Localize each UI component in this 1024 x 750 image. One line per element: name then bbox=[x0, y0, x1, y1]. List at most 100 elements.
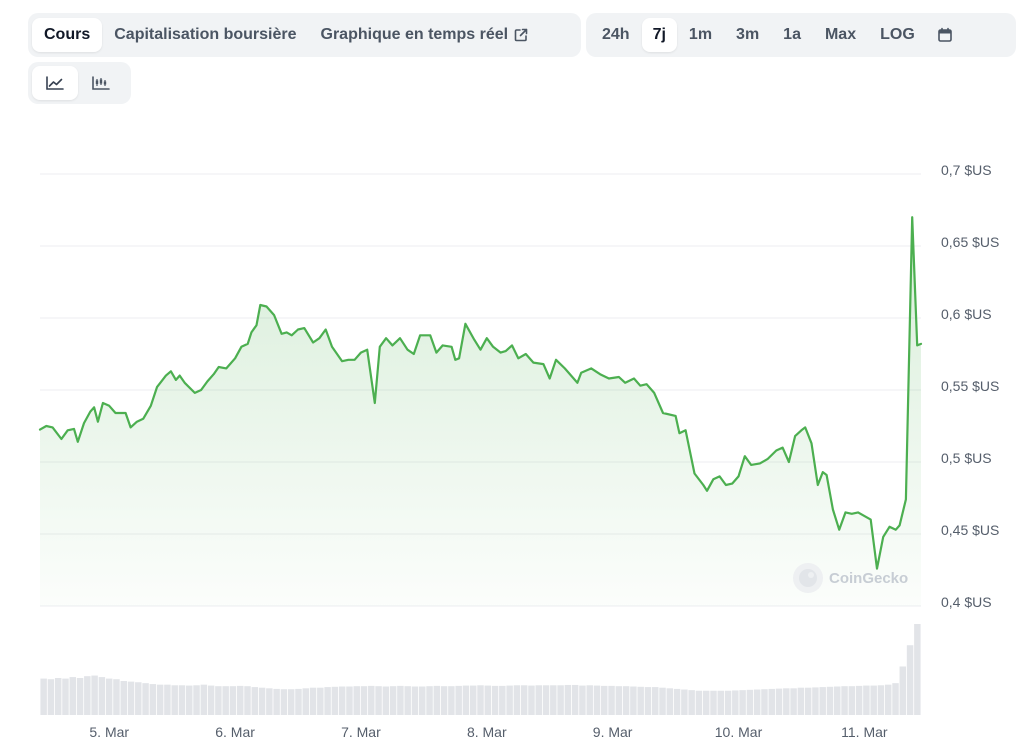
volume-bar bbox=[710, 690, 717, 715]
volume-bar bbox=[287, 689, 295, 715]
volume-bar bbox=[236, 685, 244, 715]
x-axis-labels: 5. Mar 6. Mar 7. Mar 8. Mar 9. Mar 10. Mar 11.… bbox=[89, 724, 888, 740]
price-chart[interactable]: 0,7 $US 0,65 $US 0,6 $US 0,55 $US 0,5 $US 0,4… bbox=[0, 0, 1024, 750]
volume-bar bbox=[258, 687, 266, 715]
x-tick-label: 7. Mar bbox=[341, 724, 381, 740]
x-tick-label: 8. Mar bbox=[467, 724, 507, 740]
x-tick-label: 10. Mar bbox=[715, 724, 763, 740]
volume-bar bbox=[542, 685, 550, 715]
volume-bar bbox=[601, 685, 608, 715]
y-tick-label: 0,65 $US bbox=[941, 234, 999, 250]
volume-bar bbox=[40, 678, 47, 715]
volume-bar bbox=[775, 688, 783, 715]
volume-bar bbox=[739, 690, 746, 715]
x-tick-label: 11. Mar bbox=[841, 724, 888, 740]
volume-bar bbox=[47, 679, 55, 715]
volume-bar bbox=[397, 685, 404, 715]
volume-bar bbox=[877, 685, 885, 715]
volume-bar bbox=[178, 685, 186, 715]
volume-bar bbox=[753, 689, 761, 715]
volume-bar bbox=[200, 684, 208, 715]
volume-bar bbox=[105, 678, 113, 715]
volume-bar bbox=[622, 686, 630, 715]
volume-bar bbox=[273, 688, 280, 715]
volume-bar bbox=[135, 682, 142, 715]
volume-bar bbox=[593, 685, 601, 715]
y-axis-labels: 0,7 $US 0,65 $US 0,6 $US 0,55 $US 0,5 $US 0,4… bbox=[941, 162, 999, 610]
x-tick-label: 5. Mar bbox=[89, 724, 129, 740]
volume-bar bbox=[535, 685, 542, 715]
volume-bar bbox=[608, 685, 615, 715]
volume-bar bbox=[448, 686, 455, 715]
volume-bar bbox=[251, 687, 259, 715]
volume-bar bbox=[156, 684, 164, 715]
volume-bar bbox=[266, 688, 273, 715]
volume-bar bbox=[761, 689, 768, 715]
volume-bar bbox=[899, 666, 907, 715]
volume-bar bbox=[659, 687, 666, 715]
volume-bar bbox=[695, 690, 703, 715]
volume-bar bbox=[884, 684, 892, 715]
volume-bar bbox=[54, 677, 62, 715]
volume-bar bbox=[870, 685, 877, 715]
volume-bar bbox=[506, 685, 513, 715]
volume-bar bbox=[630, 686, 637, 715]
volume-bar bbox=[309, 687, 317, 715]
volume-bars bbox=[40, 624, 921, 715]
volume-bar bbox=[120, 681, 127, 715]
y-tick-label: 0,7 $US bbox=[941, 162, 992, 178]
volume-bar bbox=[186, 685, 193, 715]
price-area-fill bbox=[40, 217, 921, 606]
volume-bar bbox=[84, 676, 91, 715]
volume-bar bbox=[855, 685, 863, 715]
volume-bar bbox=[528, 685, 535, 715]
volume-bar bbox=[142, 683, 149, 715]
volume-bar bbox=[149, 684, 157, 715]
volume-bar bbox=[724, 690, 732, 715]
volume-bar bbox=[91, 675, 98, 715]
volume-bar bbox=[491, 685, 499, 715]
volume-bar bbox=[324, 687, 331, 715]
volume-bar bbox=[353, 686, 360, 715]
volume-bar bbox=[804, 687, 812, 715]
volume-bar bbox=[819, 687, 826, 715]
volume-bar bbox=[520, 685, 528, 715]
volume-bar bbox=[550, 685, 557, 715]
volume-bar bbox=[419, 686, 426, 715]
volume-bar bbox=[295, 688, 302, 715]
volume-bar bbox=[433, 685, 441, 715]
volume-bar bbox=[193, 685, 200, 715]
volume-bar bbox=[513, 685, 521, 715]
volume-bar bbox=[317, 687, 324, 715]
volume-bar bbox=[892, 683, 899, 715]
volume-bar bbox=[207, 685, 215, 715]
volume-bar bbox=[834, 686, 841, 715]
volume-bar bbox=[783, 688, 790, 715]
volume-bar bbox=[652, 687, 659, 715]
volume-bar bbox=[790, 688, 797, 715]
volume-bar bbox=[462, 685, 470, 715]
volume-bar bbox=[113, 679, 120, 715]
volume-bar bbox=[477, 685, 484, 715]
y-tick-label: 0,4 $US bbox=[941, 594, 992, 610]
volume-bar bbox=[579, 685, 586, 715]
volume-bar bbox=[229, 686, 237, 715]
y-tick-label: 0,55 $US bbox=[941, 378, 999, 394]
volume-bar bbox=[666, 688, 674, 715]
volume-bar bbox=[280, 689, 288, 715]
x-tick-label: 6. Mar bbox=[215, 724, 255, 740]
volume-bar bbox=[222, 686, 229, 715]
volume-bar bbox=[164, 684, 171, 715]
volume-bar bbox=[389, 686, 397, 715]
volume-bar bbox=[571, 684, 579, 715]
y-tick-label: 0,45 $US bbox=[941, 522, 999, 538]
volume-bar bbox=[826, 686, 834, 715]
volume-bar bbox=[746, 689, 754, 715]
volume-bar bbox=[702, 690, 710, 715]
volume-bar bbox=[484, 685, 492, 715]
volume-bar bbox=[615, 686, 623, 715]
volume-bar bbox=[688, 690, 695, 715]
volume-bar bbox=[302, 688, 309, 715]
volume-bar bbox=[914, 624, 921, 715]
volume-bar bbox=[76, 677, 84, 715]
